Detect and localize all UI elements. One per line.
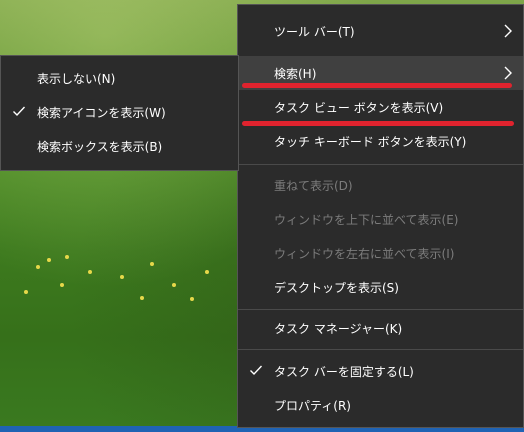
menu-separator [238,349,523,350]
menu-item-show-desktop[interactable]: デスクトップを表示(S) [238,270,523,304]
menu-separator [238,164,523,165]
menu-item-label: タスク マネージャー(K) [274,321,403,336]
menu-item-touch-keyboard-button[interactable]: タッチ キーボード ボタンを表示(Y) [238,124,523,158]
submenu-item-show-search-box[interactable]: 検索ボックスを表示(B) [1,129,238,163]
highlight-underline [242,121,514,126]
menu-item-label: 検索アイコンを表示(W) [37,105,166,120]
menu-item-label: ウィンドウを左右に並べて表示(I) [274,246,455,261]
menu-item-properties[interactable]: プロパティ(R) [238,388,523,422]
menu-item-label: 検索(H) [274,66,317,81]
menu-item-label: デスクトップを表示(S) [274,280,399,295]
menu-item-side-by-side: ウィンドウを左右に並べて表示(I) [238,236,523,270]
menu-item-label: 重ねて表示(D) [274,178,353,193]
menu-item-toolbars[interactable]: ツール バー(T) [238,14,523,48]
menu-item-label: 検索ボックスを表示(B) [37,139,163,154]
menu-item-lock-taskbar[interactable]: タスク バーを固定する(L) [238,354,523,388]
chevron-right-icon [504,66,512,80]
submenu-item-hidden[interactable]: 表示しない(N) [1,61,238,95]
chevron-right-icon [504,24,512,38]
menu-separator [238,309,523,310]
menu-item-label: タスク ビュー ボタンを表示(V) [274,100,444,115]
submenu-item-show-search-icon[interactable]: 検索アイコンを表示(W) [1,95,238,129]
menu-item-label: タスク バーを固定する(L) [274,364,414,379]
menu-item-cascade: 重ねて表示(D) [238,168,523,202]
search-submenu: 表示しない(N) 検索アイコンを表示(W) 検索ボックスを表示(B) [0,55,239,171]
checkmark-icon [250,365,263,376]
menu-item-label: プロパティ(R) [274,398,351,413]
menu-item-label: 表示しない(N) [37,71,116,86]
menu-item-label: ツール バー(T) [274,24,355,39]
menu-item-task-view-button[interactable]: タスク ビュー ボタンを表示(V) [238,90,523,124]
menu-item-stacked: ウィンドウを上下に並べて表示(E) [238,202,523,236]
menu-item-task-manager[interactable]: タスク マネージャー(K) [238,311,523,345]
taskbar-context-menu: ツール バー(T) 検索(H) タスク ビュー ボタンを表示(V) タッチ キー… [237,4,524,428]
menu-item-label: タッチ キーボード ボタンを表示(Y) [274,134,467,149]
checkmark-icon [13,106,26,117]
highlight-underline [242,83,512,88]
menu-item-label: ウィンドウを上下に並べて表示(E) [274,212,459,227]
